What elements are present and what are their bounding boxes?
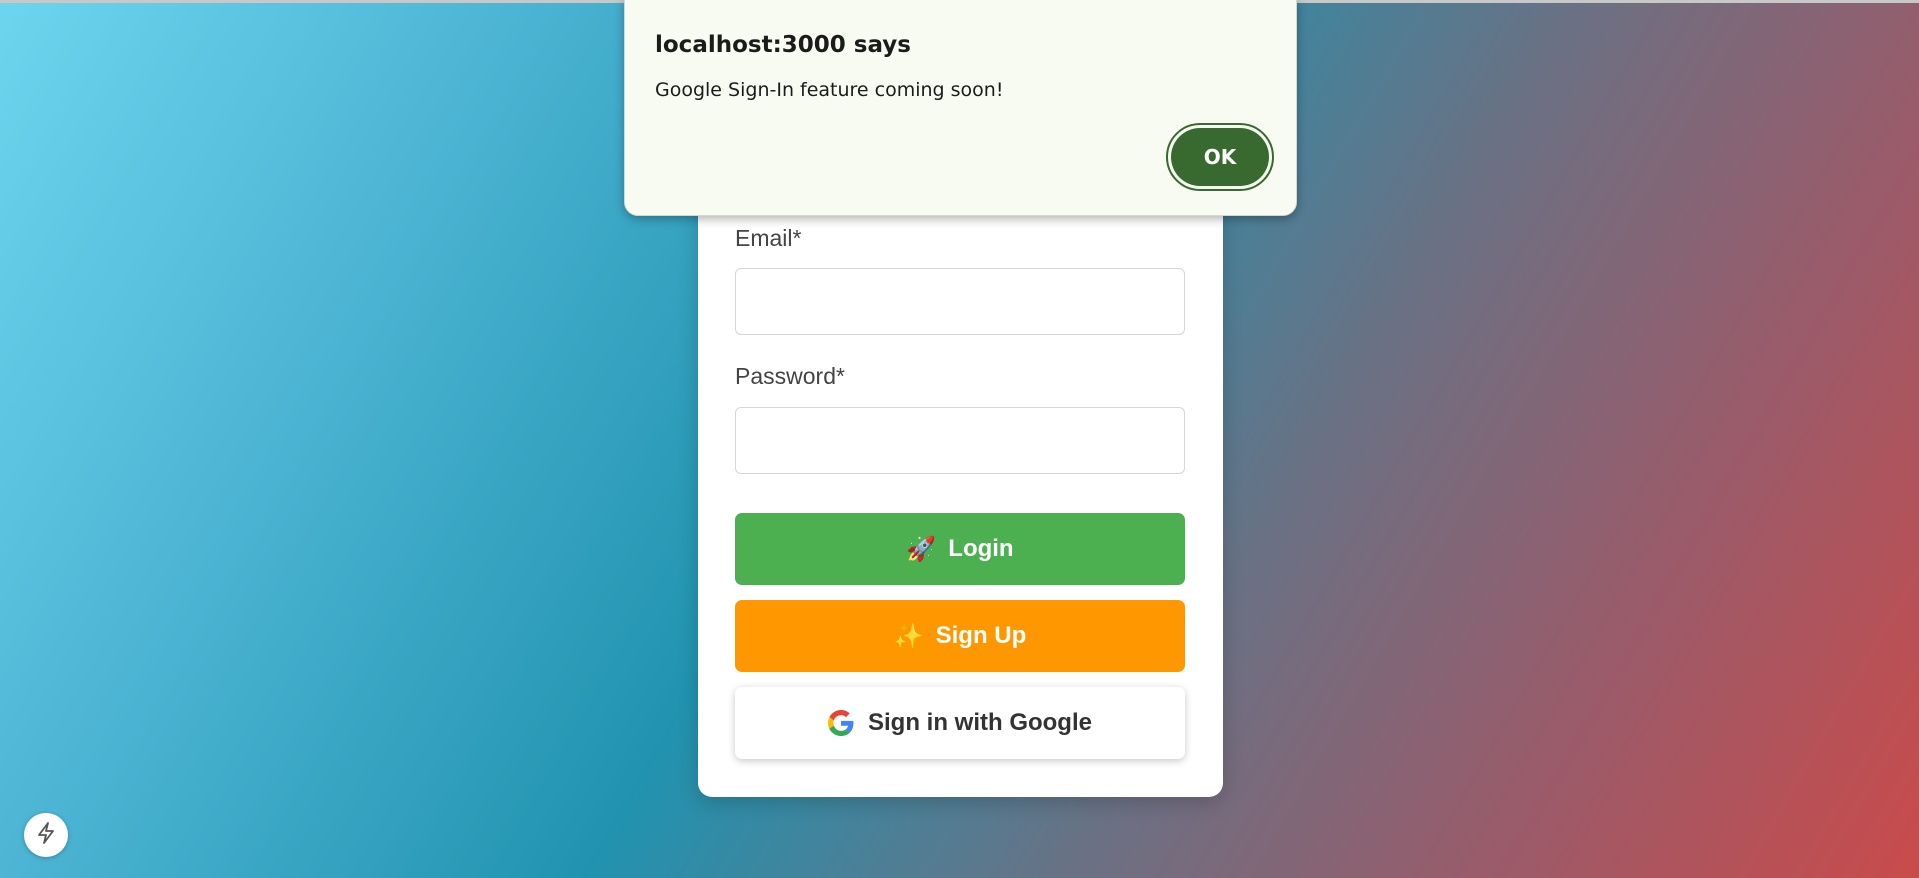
signup-button[interactable]: ✨ Sign Up	[735, 600, 1185, 672]
dev-tools-indicator[interactable]	[24, 813, 68, 857]
dialog-title: localhost:3000 says	[655, 32, 911, 58]
google-signin-button[interactable]: Sign in with Google	[735, 687, 1185, 759]
ok-button[interactable]: OK	[1171, 128, 1269, 186]
dialog-message: Google Sign-In feature coming soon!	[655, 79, 1004, 101]
login-card: Email* Password* 🚀 Login ✨ Sign Up Sign …	[698, 150, 1223, 797]
sparkles-icon: ✨	[893, 622, 924, 650]
email-input[interactable]	[735, 268, 1185, 335]
signup-button-label: Sign Up	[935, 622, 1027, 649]
rocket-icon: 🚀	[906, 535, 937, 563]
ok-focus-ring: OK	[1166, 123, 1274, 191]
google-button-label: Sign in with Google	[868, 709, 1092, 736]
email-label: Email*	[735, 225, 802, 251]
password-label: Password*	[735, 363, 845, 389]
lightning-bolt-icon	[35, 821, 57, 850]
login-button-label: Login	[948, 535, 1014, 562]
alert-dialog: localhost:3000 says Google Sign-In featu…	[624, 0, 1297, 216]
google-g-icon	[828, 710, 854, 736]
login-button[interactable]: 🚀 Login	[735, 513, 1185, 585]
password-input[interactable]	[735, 407, 1185, 474]
